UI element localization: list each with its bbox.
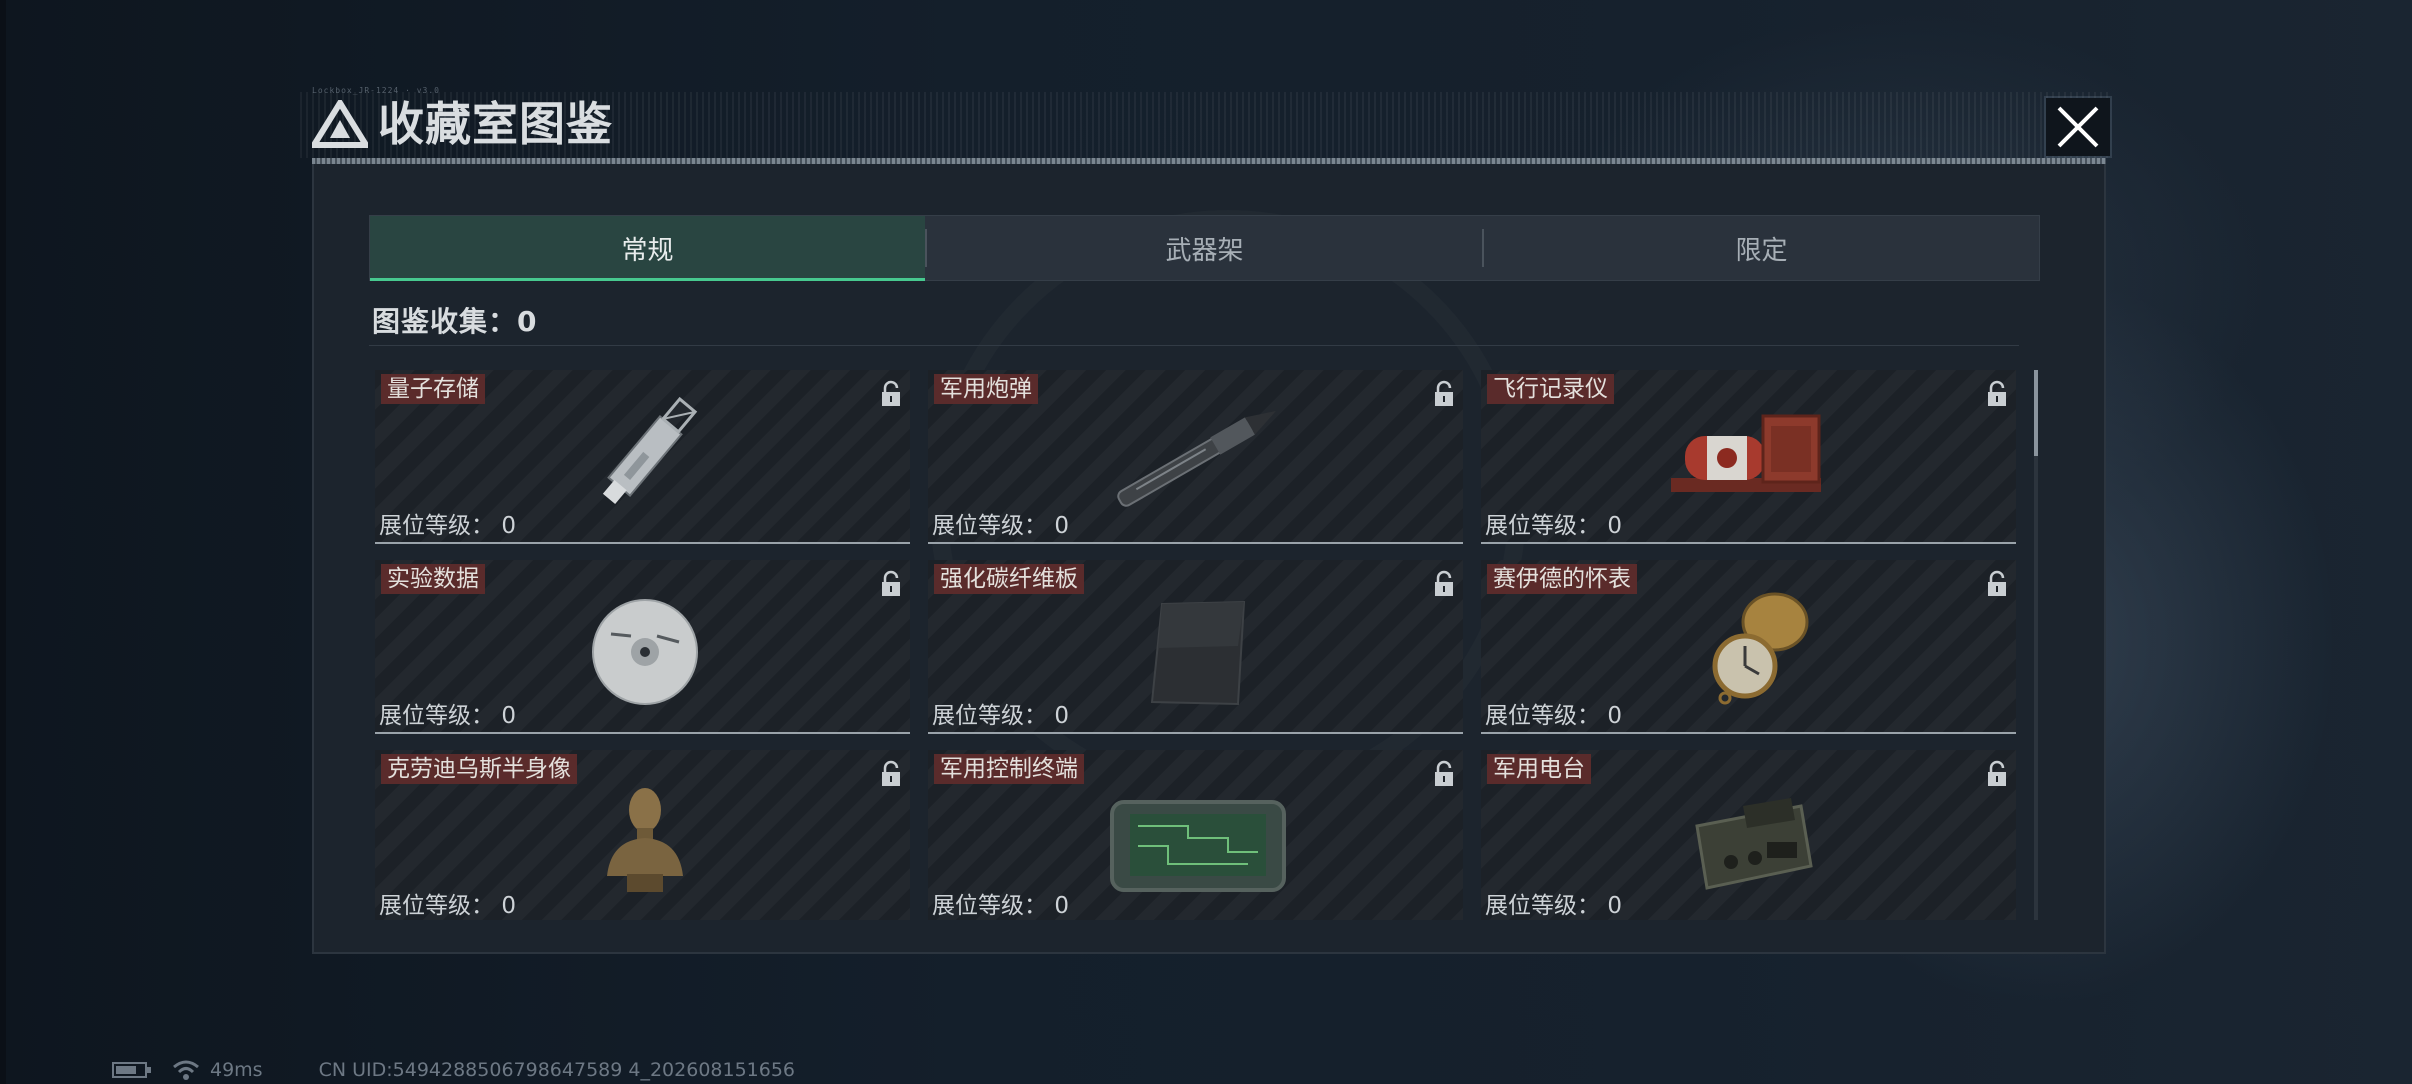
item-card-experiment-data[interactable]: 实验数据 展位等级： 0 — [375, 560, 910, 734]
flight-recorder-icon — [1671, 414, 1821, 492]
item-level: 展位等级： 0 — [379, 506, 516, 540]
item-level-label: 展位等级： — [379, 893, 494, 919]
item-name: 军用电台 — [1487, 754, 1591, 784]
lock-icon — [882, 570, 900, 596]
item-name: 飞行记录仪 — [1487, 374, 1614, 404]
user-uid: CN UID:5494288506798647589 4_20260815165… — [318, 1059, 796, 1081]
lock-icon — [882, 380, 900, 406]
disc-icon — [592, 599, 698, 705]
item-name: 赛伊德的怀表 — [1487, 564, 1637, 594]
item-name: 实验数据 — [381, 564, 485, 594]
item-card-flight-recorder[interactable]: 飞行记录仪 展位等级： 0 — [1481, 370, 2016, 544]
carbon-plate-icon — [1150, 600, 1246, 706]
item-name: 军用控制终端 — [934, 754, 1084, 784]
item-name: 军用炮弹 — [934, 374, 1038, 404]
lock-icon — [1435, 380, 1453, 406]
item-level: 展位等级： 0 — [932, 886, 1069, 920]
item-level-value: 0 — [1607, 513, 1622, 539]
section-divider — [369, 345, 2019, 346]
item-card-quantum-storage[interactable]: 量子存储 展位等级： 0 — [375, 370, 910, 544]
item-level-value: 0 — [501, 513, 516, 539]
collection-count-label: 图鉴收集： — [372, 305, 518, 338]
item-level-value: 0 — [1054, 703, 1069, 729]
item-level-label: 展位等级： — [932, 703, 1047, 729]
tab-weapon-rack[interactable]: 武器架 — [927, 216, 1482, 280]
shell-icon — [1117, 411, 1276, 507]
status-bar: 49ms CN UID:5494288506798647589 4_202608… — [112, 1058, 795, 1082]
category-tabs: 常规 武器架 限定 — [369, 215, 2040, 281]
wifi-icon — [173, 1060, 199, 1080]
scrollbar-thumb[interactable] — [2034, 370, 2038, 456]
item-level: 展位等级： 0 — [1485, 506, 1622, 540]
tab-limited[interactable]: 限定 — [1484, 216, 2039, 280]
item-level-value: 0 — [1054, 513, 1069, 539]
close-icon — [2057, 106, 2099, 148]
item-level-label: 展位等级： — [379, 513, 494, 539]
item-level: 展位等级： 0 — [1485, 886, 1622, 920]
item-level-label: 展位等级： — [932, 513, 1047, 539]
ping-value: 49ms — [210, 1059, 263, 1081]
lock-icon — [1435, 760, 1453, 786]
item-card-pocket-watch[interactable]: 赛伊德的怀表 展位等级： 0 — [1481, 560, 2016, 734]
item-level: 展位等级： 0 — [379, 886, 516, 920]
item-card-military-shell[interactable]: 军用炮弹 展位等级： 0 — [928, 370, 1463, 544]
item-level-label: 展位等级： — [1485, 513, 1600, 539]
collection-count: 图鉴收集：0 — [372, 300, 538, 340]
item-level-value: 0 — [501, 703, 516, 729]
bust-icon — [607, 788, 683, 892]
item-level-label: 展位等级： — [932, 893, 1047, 919]
lock-icon — [1988, 570, 2006, 596]
radio-icon — [1695, 798, 1813, 890]
lock-icon — [1435, 570, 1453, 596]
lock-icon — [882, 760, 900, 786]
screen-edge — [0, 0, 6, 1084]
item-level-value: 0 — [1054, 893, 1069, 919]
item-card-carbon-fiber-plate[interactable]: 强化碳纤维板 展位等级： 0 — [928, 560, 1463, 734]
item-card-claudius-bust[interactable]: 克劳迪乌斯半身像 展位等级： 0 — [375, 750, 910, 920]
item-name: 强化碳纤维板 — [934, 564, 1084, 594]
tab-general[interactable]: 常规 — [370, 216, 925, 281]
collection-count-value: 0 — [517, 305, 538, 338]
item-level-label: 展位等级： — [379, 703, 494, 729]
item-name: 量子存储 — [381, 374, 485, 404]
item-level-value: 0 — [1607, 893, 1622, 919]
battery-icon — [112, 1062, 151, 1078]
lock-icon — [1988, 380, 2006, 406]
item-level: 展位等级： 0 — [932, 696, 1069, 730]
item-card-military-radio[interactable]: 军用电台 展位等级： 0 — [1481, 750, 2016, 920]
item-level: 展位等级： 0 — [1485, 696, 1622, 730]
item-grid: 量子存储 展位等级： 0 军用炮弹 展位等级： 0 飞行记录仪 展位等级： 0 … — [375, 370, 2020, 920]
item-level-value: 0 — [1607, 703, 1622, 729]
page-title: 收藏室图鉴 — [378, 97, 613, 151]
close-button[interactable] — [2046, 98, 2110, 156]
item-level: 展位等级： 0 — [932, 506, 1069, 540]
item-level-label: 展位等级： — [1485, 703, 1600, 729]
pocket-watch-icon — [1712, 592, 1809, 705]
logo-icon — [312, 100, 368, 148]
usb-drive-icon — [602, 396, 698, 505]
item-level-value: 0 — [501, 893, 516, 919]
control-terminal-icon — [1110, 800, 1286, 892]
item-level: 展位等级： 0 — [379, 696, 516, 730]
lock-icon — [1988, 760, 2006, 786]
item-card-control-terminal[interactable]: 军用控制终端 展位等级： 0 — [928, 750, 1463, 920]
item-level-label: 展位等级： — [1485, 893, 1600, 919]
